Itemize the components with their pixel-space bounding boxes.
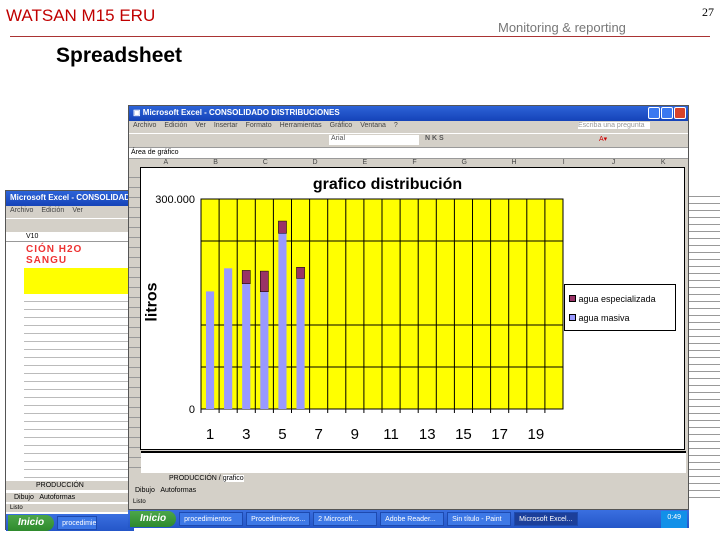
- drawing-menu[interactable]: Dibujo: [135, 487, 155, 494]
- sheet-grid: [141, 451, 686, 473]
- taskbar-item[interactable]: Procedimientos...: [246, 512, 311, 526]
- autoshapes-menu[interactable]: Autoformas: [160, 487, 196, 494]
- back-sheet-tab[interactable]: PRODUCCIÓN: [6, 481, 134, 490]
- taskbar-item[interactable]: 2 Microsoft...: [313, 512, 378, 526]
- chart-area[interactable]: grafico distribución litros 1 3 5 7 9 11 13 15 1…: [140, 167, 685, 450]
- back-status: Listo: [6, 504, 134, 512]
- status-bar: Listo: [129, 498, 688, 509]
- legend-label: agua masiva: [578, 313, 630, 323]
- menu-item[interactable]: Edición: [41, 207, 64, 214]
- legend[interactable]: agua especializada agua masiva: [564, 284, 676, 331]
- x-tick-label: 17: [491, 426, 508, 443]
- menu-formato[interactable]: Formato: [246, 122, 272, 129]
- bar-agua-especializada: [241, 270, 251, 284]
- menu-item[interactable]: Ver: [72, 207, 83, 214]
- header-divider: [10, 36, 710, 37]
- back-sheet-heading: CIÓN H2O SANGU: [26, 244, 83, 266]
- back-taskbar: Inicioprocedimientos: [6, 514, 134, 531]
- back-menubar: Archivo Edición Ver: [6, 206, 132, 218]
- menu-grafico[interactable]: Gráfico: [330, 122, 353, 129]
- y-tick-label: 0: [189, 404, 195, 416]
- minimize-button[interactable]: [648, 107, 660, 119]
- menu-help[interactable]: ?: [394, 122, 398, 129]
- menu-archivo[interactable]: Archivo: [133, 122, 156, 129]
- legend-label: agua especializada: [578, 294, 656, 304]
- bar-agua-masiva: [224, 268, 233, 409]
- sheet-tab-grafico[interactable]: grafico: [222, 475, 244, 482]
- menu-ver[interactable]: Ver: [195, 122, 206, 129]
- maximize-button[interactable]: [661, 107, 673, 119]
- bar-agua-masiva: [242, 283, 251, 409]
- back-toolbar: [6, 218, 132, 232]
- x-tick-label: 7: [314, 426, 322, 443]
- right-window-edge: [688, 190, 720, 500]
- sheet-tab-produccion[interactable]: PRODUCCIÓN: [169, 475, 217, 482]
- autoshapes-menu[interactable]: Autoformas: [39, 494, 75, 501]
- bar-agua-especializada: [260, 270, 269, 292]
- menu-insertar[interactable]: Insertar: [214, 122, 238, 129]
- window-title: Microsoft Excel - CONSOLIDADO DISTRIBUCI…: [142, 108, 340, 117]
- section-label: Monitoring & reporting: [498, 20, 626, 35]
- bar-agua-masiva: [296, 278, 305, 409]
- back-drawing-toolbar: Dibujo Autoformas: [6, 493, 134, 502]
- y-tick-label: 300.000: [155, 194, 195, 206]
- close-button[interactable]: [674, 107, 686, 119]
- taskbar-item[interactable]: procedimientos: [179, 512, 244, 526]
- legend-swatch: [569, 314, 576, 321]
- font-color-button[interactable]: A▾: [599, 135, 607, 143]
- bar-agua-especializada: [278, 220, 287, 234]
- slide-title: Spreadsheet: [56, 44, 183, 67]
- taskbar-item-active[interactable]: Microsoft Excel...: [514, 512, 579, 526]
- back-task[interactable]: procedimientos: [57, 515, 98, 530]
- bar-agua-masiva: [205, 291, 215, 409]
- taskbar: Inicio procedimientos Procedimientos... …: [128, 510, 689, 528]
- system-clock: 0:49: [661, 510, 687, 528]
- bar-agua-masiva: [260, 291, 269, 409]
- menu-herramientas[interactable]: Herramientas: [280, 122, 322, 129]
- brand-title: WATSAN M15 ERU: [6, 6, 156, 25]
- taskbar-item[interactable]: Sin título - Paint: [447, 512, 512, 526]
- menu-edicion[interactable]: Edición: [164, 122, 187, 129]
- bold-button[interactable]: N K S: [425, 135, 444, 142]
- start-button[interactable]: Inicio: [130, 511, 177, 527]
- x-tick-label: 19: [528, 426, 545, 443]
- name-box[interactable]: Área de gráfico: [129, 147, 688, 158]
- drawing-menu[interactable]: Dibujo: [14, 494, 34, 501]
- menu-item[interactable]: Archivo: [10, 207, 33, 214]
- help-search-input[interactable]: Escriba una pregunta: [578, 122, 650, 129]
- back-name-box[interactable]: V10: [6, 232, 132, 242]
- legend-swatch: [569, 295, 576, 302]
- sheet-tabs-bar: PRODUCCIÓN / grafico: [129, 474, 688, 486]
- x-tick-label: 13: [419, 426, 436, 443]
- legend-item-especializada: agua especializada: [569, 290, 671, 309]
- menu-ventana[interactable]: Ventana: [360, 122, 386, 129]
- back-start-button[interactable]: Inicio: [8, 514, 55, 531]
- x-tick-label: 1: [206, 426, 214, 443]
- x-tick-label: 9: [351, 426, 359, 443]
- back-excel-window[interactable]: Microsoft Excel - CONSOLIDADO Archivo Edi…: [5, 190, 134, 531]
- excel-icon: ▣: [133, 108, 143, 117]
- page-number: 27: [702, 5, 714, 19]
- taskbar-item[interactable]: Adobe Reader...: [380, 512, 445, 526]
- x-tick-label: 11: [383, 426, 399, 443]
- drawing-toolbar: Dibujo Autoformas: [129, 486, 688, 498]
- back-header-cells: [24, 268, 132, 294]
- legend-item-masiva: agua masiva: [569, 309, 671, 328]
- x-tick-label: 5: [278, 426, 286, 443]
- standard-toolbar: Arial N K S A▾: [129, 133, 688, 147]
- font-select[interactable]: Arial: [329, 135, 419, 145]
- x-tick-label: 15: [455, 426, 472, 443]
- x-tick-label: 3: [242, 426, 250, 443]
- menubar: Archivo Edición Ver Insertar Formato Herramie…: [129, 121, 688, 133]
- bar-agua-especializada: [296, 267, 305, 279]
- back-grid: [24, 294, 132, 494]
- excel-title-bar: ▣ Microsoft Excel - CONSOLIDADO DISTRIBU…: [129, 106, 688, 121]
- bar-agua-masiva: [278, 233, 287, 409]
